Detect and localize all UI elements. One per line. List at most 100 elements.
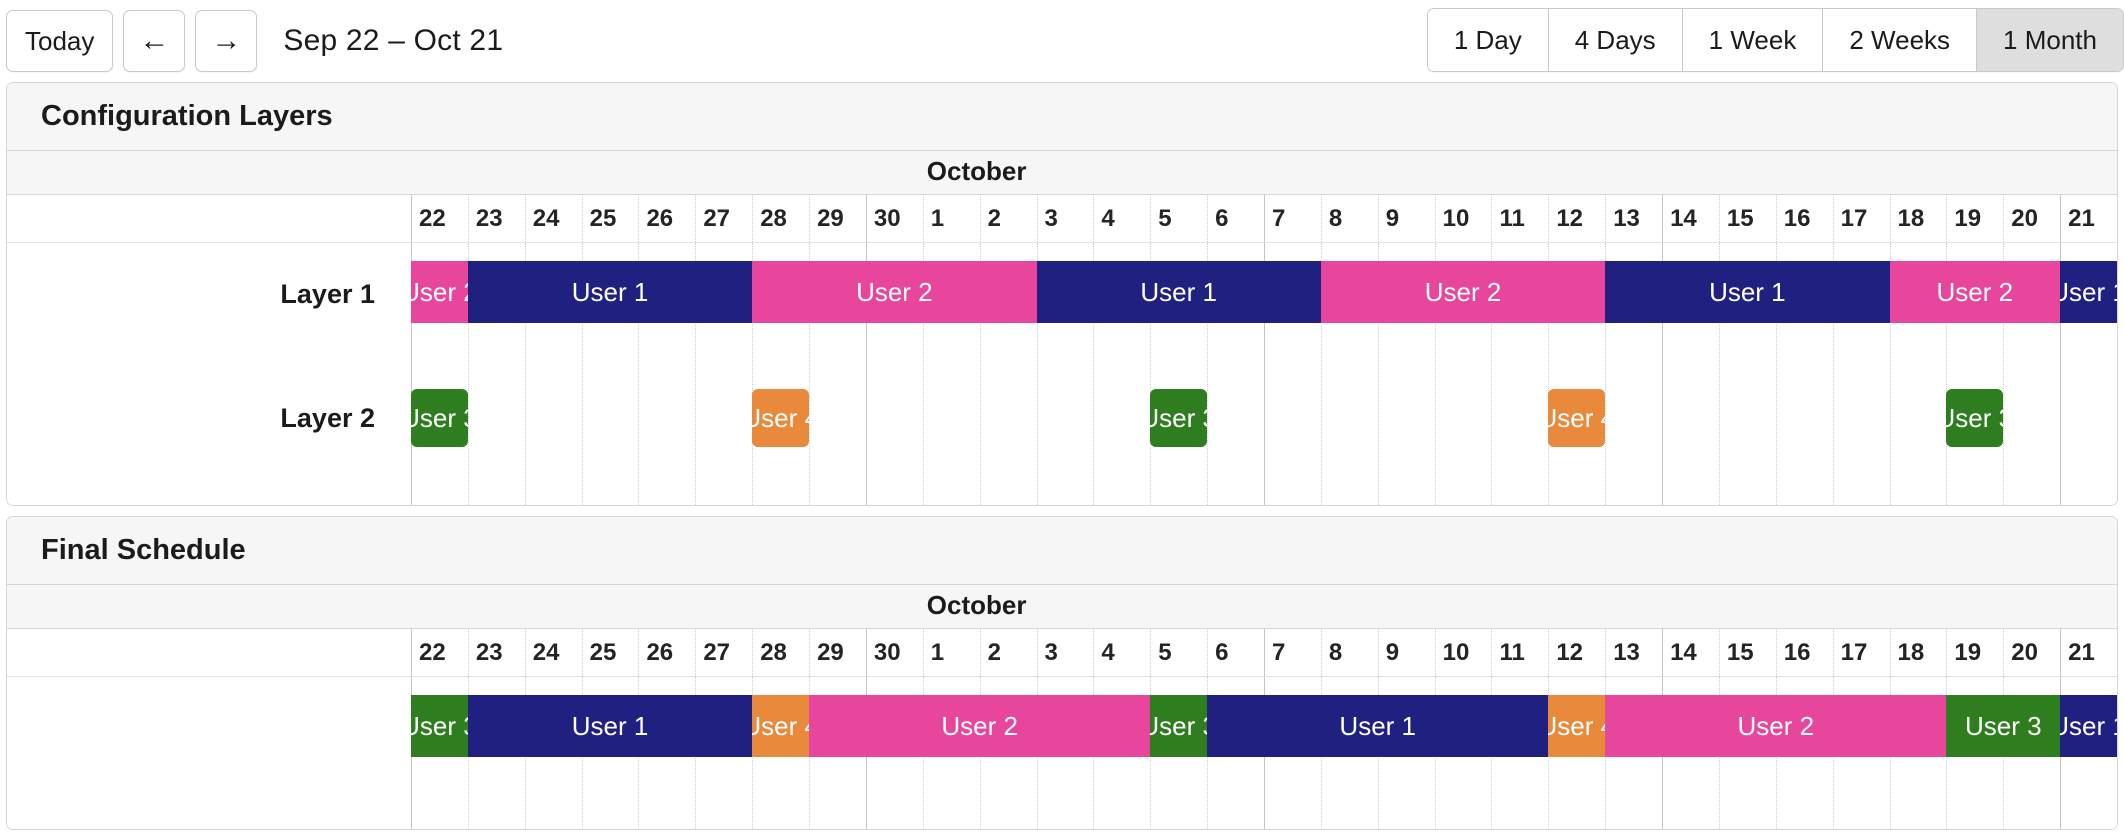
day-header-cell: 18 <box>1897 205 1925 232</box>
schedule-bar[interactable]: User 1 <box>467 261 753 323</box>
schedule-bar[interactable]: User 4 <box>1548 389 1606 447</box>
panel-final-schedule: Final Schedule October 22 23 24 25 26 27 28 29 30 1… <box>6 516 2118 830</box>
schedule-bar[interactable]: User 4 <box>1548 695 1606 757</box>
day-header-cell: 19 <box>1954 205 1982 232</box>
today-button[interactable]: Today <box>6 10 114 72</box>
month-label: October <box>926 590 1027 620</box>
schedule-bar[interactable]: User 1 <box>1605 261 1890 323</box>
schedule-bar[interactable]: User 4 <box>752 695 810 757</box>
view-button-1-week[interactable]: 1 Week <box>1682 9 1824 71</box>
schedule-bar[interactable]: User 1 <box>1036 261 1321 323</box>
schedule-bar[interactable]: User 3 <box>1150 389 1208 447</box>
schedule-bar[interactable]: User 1 <box>1207 695 1549 757</box>
month-label: October <box>926 156 1027 186</box>
day-header-cell: 26 <box>646 639 674 666</box>
schedule-bar-label: User 2 <box>411 276 468 307</box>
day-header-cell: 20 <box>2011 205 2038 232</box>
day-header-cell: 5 <box>1158 205 1172 232</box>
schedule-bar[interactable]: User 2 <box>411 261 468 323</box>
day-header-cell: 12 <box>1556 205 1584 232</box>
day-header-cell: 25 <box>589 639 617 666</box>
view-button-1-day[interactable]: 1 Day <box>1427 9 1549 71</box>
panel-title: Configuration Layers <box>41 100 333 132</box>
panel-title: Final Schedule <box>41 534 246 566</box>
day-header-cell: 3 <box>1044 639 1058 666</box>
schedule-bar-label: User 1 <box>2060 710 2117 741</box>
schedule-bar[interactable]: User 4 <box>752 389 810 447</box>
day-header-cell: 28 <box>760 205 787 232</box>
day-header-cell: 21 <box>2068 205 2095 232</box>
schedule-bar[interactable]: User 1 <box>2060 695 2117 757</box>
schedule-bar[interactable]: User 3 <box>1150 695 1208 757</box>
day-header-cell: 1 <box>930 205 945 232</box>
day-header-cell: 25 <box>589 205 617 232</box>
day-header-cell: 29 <box>817 205 844 232</box>
view-button-4-days[interactable]: 4 Days <box>1548 9 1683 71</box>
schedule-bar-label: User 1 <box>571 710 649 741</box>
day-header-cell: 8 <box>1328 205 1343 232</box>
day-header-cell: 17 <box>1840 639 1868 666</box>
schedule-bar-label: User 3 <box>1946 402 2003 433</box>
schedule-bar[interactable]: User 3 <box>1946 389 2004 447</box>
month-row: October <box>7 151 2117 195</box>
schedule-bar-label: User 4 <box>752 402 809 433</box>
schedule-bar-label: User 3 <box>1150 710 1207 741</box>
day-header-cell: 6 <box>1215 205 1229 232</box>
view-button-1-month[interactable]: 1 Month <box>1977 9 2123 71</box>
schedule-bar[interactable]: User 3 <box>1946 695 2061 757</box>
schedule-bar[interactable]: User 2 <box>1889 261 2061 323</box>
day-header-cell: 13 <box>1613 205 1640 232</box>
schedule-bar[interactable]: User 3 <box>411 389 468 447</box>
day-header-cell: 15 <box>1726 639 1754 666</box>
schedule-bar-label: User 3 <box>1964 710 2042 741</box>
schedule-bar[interactable]: User 2 <box>809 695 1151 757</box>
day-header-cell: 1 <box>930 639 945 666</box>
day-header-cell: 9 <box>1385 639 1400 666</box>
day-header-cell: 29 <box>817 639 844 666</box>
day-header-cell: 17 <box>1840 205 1868 232</box>
day-header-cell: 20 <box>2011 639 2038 666</box>
day-header-cell: 14 <box>1670 205 1697 232</box>
day-header-cell: 15 <box>1726 205 1754 232</box>
schedule-bar-label: User 1 <box>2060 276 2117 307</box>
day-header-row: 22 23 24 25 26 27 28 29 30 1 2 3 4 5 6 7 8 9 10 11 12 13 14 15 1… <box>7 195 2117 243</box>
schedule-bar[interactable]: User 3 <box>411 695 468 757</box>
day-header-cell: 22 <box>419 205 446 232</box>
toolbar: Today ← → Sep 22 – Oct 21 1 Day 4 Days 1 W… <box>0 0 2124 82</box>
schedule-bar[interactable]: User 1 <box>467 695 753 757</box>
day-header-cell: 27 <box>703 639 731 666</box>
day-header-cell: 16 <box>1783 205 1811 232</box>
arrow-left-icon[interactable]: ← <box>123 10 186 72</box>
arrow-right-icon[interactable]: → <box>195 10 258 72</box>
month-row: October <box>7 585 2117 629</box>
day-header-cell: 23 <box>475 639 503 666</box>
panel-header: Configuration Layers <box>7 83 2117 151</box>
view-button-2-weeks[interactable]: 2 Weeks <box>1823 9 1978 71</box>
day-header-cell: 9 <box>1385 205 1400 232</box>
schedule-bar-label: User 1 <box>571 276 649 307</box>
day-header-cell: 10 <box>1442 205 1470 232</box>
gridline <box>2117 677 2118 829</box>
view-switcher: 1 Day 4 Days 1 Week 2 Weeks 1 Month <box>1426 8 2124 72</box>
day-header-cell: 4 <box>1101 639 1115 666</box>
day-header-cell: 5 <box>1158 639 1172 666</box>
schedule-bar[interactable]: User 1 <box>2060 261 2117 323</box>
schedule-bar-label: User 2 <box>856 276 933 307</box>
schedule-bar[interactable]: User 2 <box>752 261 1037 323</box>
schedule-bar-label: User 4 <box>1548 710 1605 741</box>
day-header-cell: 10 <box>1442 639 1470 666</box>
day-header-cell: 22 <box>419 639 446 666</box>
schedule-bar[interactable]: User 2 <box>1605 695 1947 757</box>
schedule-bar-label: User 4 <box>1548 402 1605 433</box>
day-header-cell: 12 <box>1556 639 1584 666</box>
schedule-bar-label: User 4 <box>752 710 809 741</box>
day-header-cell: 27 <box>703 205 731 232</box>
schedule-bar-label: User 3 <box>411 402 468 433</box>
day-header-cell: 19 <box>1954 639 1982 666</box>
day-header-cell: 11 <box>1499 639 1525 666</box>
day-header-cell: 4 <box>1101 205 1115 232</box>
day-header-cell: 11 <box>1499 205 1525 232</box>
day-header-row: 22 23 24 25 26 27 28 29 30 1 2 3 4 5 6 7 8 9 10 11 12 13 14 15 1… <box>7 629 2117 677</box>
schedule-bar[interactable]: User 2 <box>1320 261 1606 323</box>
day-header-cell: 26 <box>646 205 674 232</box>
